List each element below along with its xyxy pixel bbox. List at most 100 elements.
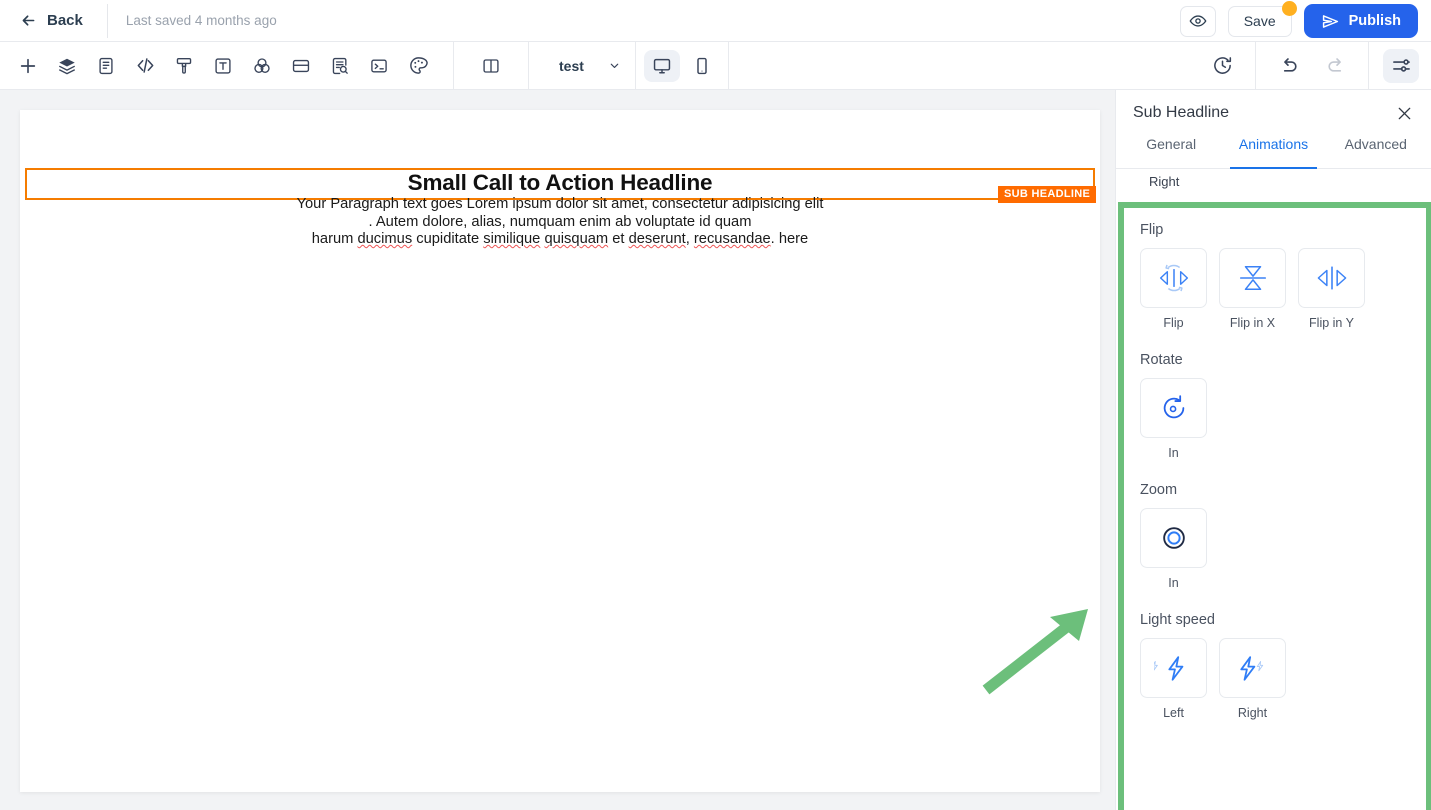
container-icon[interactable] (282, 47, 320, 85)
section-rotate: Rotate In (1124, 352, 1426, 460)
mobile-icon[interactable] (684, 50, 720, 82)
panel-title: Sub Headline (1133, 104, 1230, 121)
animation-label: Flip in Y (1309, 316, 1354, 330)
tab-general[interactable]: General (1120, 136, 1222, 168)
divider (727, 41, 729, 90)
text-fragment: cupiditate (412, 231, 484, 248)
code-icon[interactable] (126, 47, 164, 85)
flip-in-x-icon[interactable] (1219, 248, 1286, 308)
page-paragraph[interactable]: Your Paragraph text goes Lorem ipsum dol… (20, 196, 1100, 249)
unsaved-changes-badge (1281, 0, 1297, 16)
animation-option-flip-in-y[interactable]: Flip in Y (1298, 248, 1365, 330)
save-button[interactable]: Save (1227, 0, 1297, 37)
brush-icon[interactable] (165, 47, 203, 85)
animation-label: Flip in X (1229, 316, 1276, 330)
text-fragment: et (608, 231, 629, 248)
arrow-left-icon (22, 15, 35, 26)
zoom-in-circle-icon[interactable] (1140, 508, 1207, 568)
redo-icon[interactable] (1316, 47, 1354, 85)
back-label: Back (47, 12, 83, 29)
misspelled-word: recusandae (693, 231, 771, 248)
animation-option-lightspeed-right[interactable]: Right (1219, 638, 1286, 720)
color-mix-icon[interactable] (243, 47, 281, 85)
canvas-area[interactable]: Small Call to Action Headline SUB HEADLI… (0, 90, 1115, 810)
section-title: Rotate (1140, 352, 1183, 368)
text-fragment: harum (311, 231, 358, 248)
tab-animations[interactable]: Animations (1222, 136, 1324, 169)
panel-tabs: General Animations Advanced (1116, 136, 1431, 169)
misspelled-word: ducimus (357, 231, 413, 248)
split-view-icon[interactable] (472, 47, 510, 85)
animations-scroll-area[interactable]: Flip Flip Flip in X Flip in Y Rotate In … (1124, 208, 1426, 810)
top-bar-actions: Save Publish (1179, 0, 1418, 42)
page-canvas[interactable]: Small Call to Action Headline SUB HEADLI… (20, 110, 1100, 792)
animation-option-zoom-in[interactable]: In (1140, 508, 1207, 590)
section-title: Light speed (1140, 612, 1215, 628)
panel-header: Sub Headline (1116, 90, 1431, 136)
palette-icon[interactable] (399, 47, 437, 85)
last-saved-text: Last saved 4 months ago (125, 13, 277, 28)
section-light-speed: Light speed Left Right (1124, 612, 1426, 720)
preview-button[interactable] (1179, 5, 1216, 37)
flip-icon[interactable] (1140, 248, 1207, 308)
panel-settings-wrap (1369, 48, 1431, 83)
misspelled-word: deserunt (628, 231, 686, 248)
divider (453, 41, 454, 90)
editor-toolbar: test (0, 41, 1431, 90)
clock-history-icon[interactable] (1203, 47, 1241, 85)
animation-option-rotate-in[interactable]: In (1140, 378, 1207, 460)
terminal-icon[interactable] (360, 47, 398, 85)
page-name: test (559, 57, 584, 74)
highlighted-animations-region: Flip Flip Flip in X Flip in Y Rotate In … (1118, 202, 1431, 810)
pages-icon[interactable] (87, 47, 125, 85)
animation-label: Flip (1163, 316, 1184, 330)
close-icon[interactable] (1395, 104, 1414, 123)
eye-icon (1189, 15, 1207, 27)
animation-option-flip-in-x[interactable]: Flip in X (1219, 248, 1286, 330)
rotate-in-icon[interactable] (1140, 378, 1207, 438)
top-bar: Back Last saved 4 months ago Save Publis… (0, 0, 1431, 42)
send-icon (1322, 14, 1338, 28)
lightspeed-right-icon[interactable] (1219, 638, 1286, 698)
section-title: Zoom (1140, 482, 1178, 498)
lightspeed-left-icon[interactable] (1140, 638, 1207, 698)
flip-in-y-icon[interactable] (1298, 248, 1365, 308)
animation-label: In (1168, 576, 1179, 590)
publish-label: Publish (1348, 13, 1401, 29)
page-headline[interactable]: Small Call to Action Headline (20, 170, 1100, 196)
tool-icons-group (0, 42, 437, 90)
text-fragment: . here (770, 231, 809, 248)
add-icon[interactable] (9, 47, 47, 85)
animation-options-row: In (1140, 508, 1426, 590)
app-root: Back Last saved 4 months ago Save Publis… (0, 0, 1431, 810)
animation-options-row: Flip Flip in X Flip in Y (1140, 248, 1426, 330)
divider (1255, 41, 1256, 90)
back-button[interactable]: Back (14, 8, 89, 33)
misspelled-word: similique (483, 231, 541, 248)
page-search-icon[interactable] (321, 47, 359, 85)
animation-label: Right (1237, 706, 1268, 720)
device-switcher (636, 49, 728, 82)
divider (528, 41, 529, 90)
paragraph-line-1: Your Paragraph text goes Lorem ipsum dol… (296, 196, 824, 212)
paragraph-line-3: harum ducimus cupiditate similique quisq… (20, 231, 1100, 249)
misspelled-word: quisquam (544, 231, 609, 248)
animation-option-lightspeed-left[interactable]: Left (1140, 638, 1207, 720)
scrolled-item-right[interactable]: Right (1116, 169, 1431, 193)
animation-label: In (1168, 446, 1179, 460)
section-flip: Flip Flip Flip in X Flip in Y (1124, 222, 1426, 330)
divider (106, 3, 108, 38)
animation-option-flip[interactable]: Flip (1140, 248, 1207, 330)
page-selector[interactable]: test (545, 58, 635, 74)
publish-button[interactable]: Publish (1303, 4, 1418, 38)
layers-icon[interactable] (48, 47, 86, 85)
animation-options-row: In (1140, 378, 1426, 460)
section-zoom: Zoom In (1124, 482, 1426, 590)
sliders-icon[interactable] (1383, 48, 1419, 83)
toolbar-right-group (1189, 41, 1431, 90)
text-icon[interactable] (204, 47, 242, 85)
tab-advanced[interactable]: Advanced (1325, 136, 1427, 168)
section-title: Flip (1140, 222, 1164, 238)
undo-icon[interactable] (1270, 47, 1308, 85)
desktop-icon[interactable] (643, 49, 680, 82)
